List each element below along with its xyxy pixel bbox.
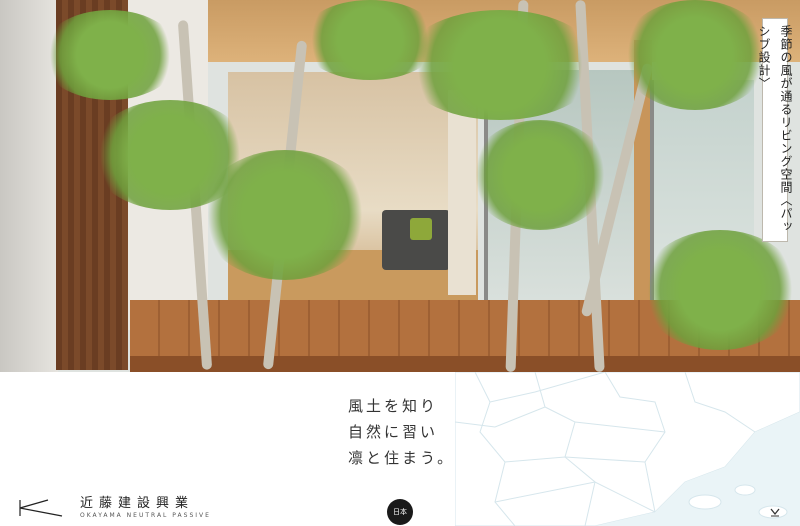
down-arrow-icon [769, 503, 781, 522]
tagline-line-2: 自然に習い [348, 423, 439, 441]
foliage [640, 230, 800, 350]
hero-photo: 季節の風が通るリビング空間〈パッシブ設計〉 [0, 0, 800, 372]
map-outline [455, 372, 800, 526]
curtain [448, 90, 476, 295]
language-button[interactable]: 日本 [387, 499, 413, 525]
tagline-line-3: 凛と住まう。 [348, 449, 456, 467]
company-name: 近藤建設興業 [80, 496, 195, 511]
photo-caption-text: 季節の風が通るリビング空間〈パッシブ設計〉 [757, 25, 793, 233]
cushion [410, 218, 432, 240]
brand-logo[interactable]: 近藤建設興業 OKAYAMA NEUTRAL PASSIVE [18, 492, 211, 522]
foliage [400, 10, 600, 120]
tagline-line-1: 風土を知り [348, 397, 439, 415]
scroll-down-button[interactable] [766, 503, 784, 521]
foliage [620, 0, 770, 110]
language-button-label: 日本 [393, 508, 407, 516]
deck-edge [130, 356, 800, 372]
company-tagline: OKAYAMA NEUTRAL PASSIVE [80, 512, 211, 519]
tagline: 風土を知り 自然に習い 凛と住まう。 [348, 393, 498, 471]
foliage [40, 10, 180, 100]
photo-caption: 季節の風が通るリビング空間〈パッシブ設計〉 [757, 18, 793, 242]
foliage [470, 120, 610, 230]
region-map [455, 372, 800, 526]
k-logo-icon [18, 498, 66, 522]
foliage [200, 150, 370, 280]
